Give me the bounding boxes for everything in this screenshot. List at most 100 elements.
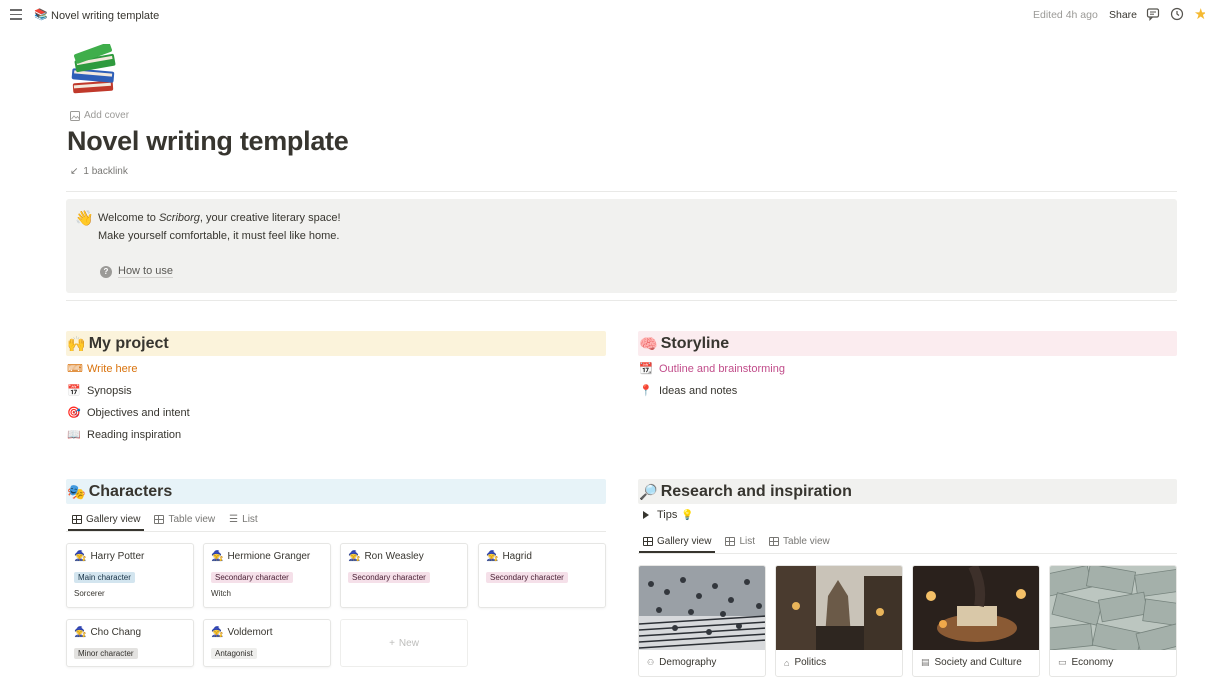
- backlink-button[interactable]: ↙ 1 backlink: [70, 166, 128, 177]
- tab-gallery-view[interactable]: Gallery view: [638, 530, 716, 553]
- character-card[interactable]: 🧙 Ron Weasley Secondary character: [340, 543, 468, 608]
- gallery-card-demography[interactable]: ⚇ Demography: [638, 565, 766, 677]
- link-label: Synopsis: [87, 384, 132, 397]
- comment-icon[interactable]: [1145, 6, 1161, 22]
- how-to-use-label: How to use: [118, 265, 174, 278]
- callout-text: , your creative literary space!: [199, 212, 341, 224]
- gallery-icon: [72, 514, 82, 524]
- money-icon: ▭: [1058, 657, 1067, 667]
- research-view-tabs: Gallery view List Table view: [638, 530, 830, 553]
- link-objectives[interactable]: 🎯 Objectives and intent: [67, 406, 190, 420]
- tab-label: Gallery view: [86, 513, 141, 525]
- target-icon: 🎯: [67, 407, 81, 419]
- tab-list[interactable]: List: [725, 530, 755, 552]
- tab-label: List: [242, 513, 258, 525]
- link-label: Write here: [87, 362, 138, 375]
- street-photo: [776, 566, 902, 650]
- edited-timestamp: Edited 4h ago: [1033, 9, 1098, 21]
- image-icon: [70, 110, 80, 121]
- welcome-callout: 👋 Welcome to Scriborg, your creative lit…: [66, 199, 1177, 293]
- tips-toggle[interactable]: Tips 💡: [643, 509, 694, 521]
- my-project-heading: 🙌 My project: [66, 331, 606, 356]
- tab-label: List: [739, 535, 756, 547]
- gallery-card-economy[interactable]: ▭ Economy: [1049, 565, 1177, 677]
- card-label: Economy: [1071, 657, 1114, 668]
- divider: [66, 300, 1177, 301]
- heading-text: Storyline: [660, 334, 730, 352]
- candles-book-photo: [913, 566, 1039, 650]
- callout-text: Welcome to: [98, 212, 159, 224]
- heading-text: My project: [88, 334, 169, 352]
- books-icon: 📚: [34, 9, 48, 21]
- card-label: Politics: [794, 657, 827, 668]
- waving-hand-icon: 👋: [75, 210, 94, 227]
- card-name: Ron Weasley: [364, 551, 424, 562]
- add-cover-button[interactable]: Add cover: [70, 110, 129, 121]
- tab-table-view[interactable]: Table view: [154, 508, 215, 530]
- calendar-icon: 📅: [67, 385, 81, 397]
- link-write-here[interactable]: ⌨ Write here: [67, 362, 138, 376]
- card-name: Hagrid: [502, 551, 532, 562]
- building-icon: ⌂: [784, 657, 790, 668]
- heading-text: Research and inspiration: [660, 482, 852, 500]
- page-title[interactable]: Novel writing template: [67, 126, 349, 157]
- character-card[interactable]: 🧙 Cho Chang Minor character: [66, 619, 194, 667]
- research-heading: 🔎 Research and inspiration: [638, 479, 1177, 504]
- card-title: 🧙 Hermione Granger: [211, 551, 310, 562]
- person-icon: 🧙: [211, 627, 224, 638]
- link-label: Outline and brainstorming: [659, 362, 785, 375]
- card-title: 🧙 Ron Weasley: [348, 551, 424, 562]
- character-card[interactable]: 🧙 Hermione Granger Secondary character Wi…: [203, 543, 331, 608]
- menu-icon[interactable]: [10, 9, 22, 20]
- card-title: 🧙 Hagrid: [486, 551, 532, 562]
- link-ideas-notes[interactable]: 📍 Ideas and notes: [639, 384, 737, 398]
- share-button[interactable]: Share: [1109, 9, 1137, 21]
- tab-list[interactable]: ☰ List: [229, 508, 258, 530]
- toggle-triangle-icon[interactable]: [643, 511, 649, 519]
- card-name: Cho Chang: [90, 627, 142, 638]
- new-card-button[interactable]: + New: [340, 619, 468, 667]
- character-card[interactable]: 🧙 Hagrid Secondary character: [478, 543, 606, 608]
- callout-line-2: Make yourself comfortable, it must feel …: [98, 230, 340, 242]
- new-label: New: [398, 637, 419, 649]
- book-icon: ▤: [921, 657, 930, 667]
- person-icon: 🧙: [211, 551, 224, 562]
- tab-divider: [638, 553, 1177, 554]
- tips-label: Tips: [657, 509, 678, 521]
- favorite-star-icon[interactable]: ★: [1194, 5, 1205, 23]
- link-synopsis[interactable]: 📅 Synopsis: [67, 384, 132, 398]
- list-icon: ☰: [229, 513, 239, 525]
- link-outline[interactable]: 📆 Outline and brainstorming: [639, 362, 785, 376]
- person-icon: 🧙: [486, 551, 499, 562]
- backlink-label: 1 backlink: [83, 166, 128, 177]
- heading-text: Characters: [88, 482, 173, 500]
- tab-gallery-view[interactable]: Gallery view: [67, 508, 145, 531]
- character-card[interactable]: 🧙 Voldemort Antagonist: [203, 619, 331, 667]
- raised-hands-icon: 🙌: [67, 335, 86, 353]
- person-icon: 🧙: [348, 551, 361, 562]
- tab-label: Table view: [783, 535, 830, 547]
- tab-table-view[interactable]: Table view: [769, 530, 830, 552]
- keyboard-icon: ⌨: [67, 363, 83, 375]
- link-reading-inspiration[interactable]: 📖 Reading inspiration: [67, 428, 181, 442]
- backlink-arrow-icon: ↙: [70, 166, 79, 177]
- clock-icon[interactable]: [1169, 6, 1185, 22]
- gallery-card-politics[interactable]: ⌂ Politics: [775, 565, 903, 677]
- tab-label: Gallery view: [657, 535, 712, 547]
- breadcrumb[interactable]: Novel writing template: [51, 10, 159, 22]
- person-icon: 🧙: [74, 551, 87, 562]
- card-label: Society and Culture: [934, 657, 1022, 668]
- book-icon: 📖: [67, 429, 81, 441]
- person-icon: 🧙: [74, 627, 87, 638]
- card-name: Voldemort: [227, 627, 273, 638]
- how-to-use-toggle[interactable]: ? How to use: [100, 265, 174, 278]
- card-label: Demography: [659, 657, 717, 668]
- card-name: Hermione Granger: [227, 551, 311, 562]
- card-name: Harry Potter: [90, 551, 145, 562]
- card-caption: ▭ Economy: [1058, 657, 1113, 668]
- books-page-icon[interactable]: [66, 44, 122, 100]
- character-card[interactable]: 🧙 Harry Potter Main character Sorcerer: [66, 543, 194, 608]
- gallery-card-society[interactable]: ▤ Society and Culture: [912, 565, 1040, 677]
- status-tag: Secondary character: [348, 572, 430, 583]
- divider: [66, 191, 1177, 192]
